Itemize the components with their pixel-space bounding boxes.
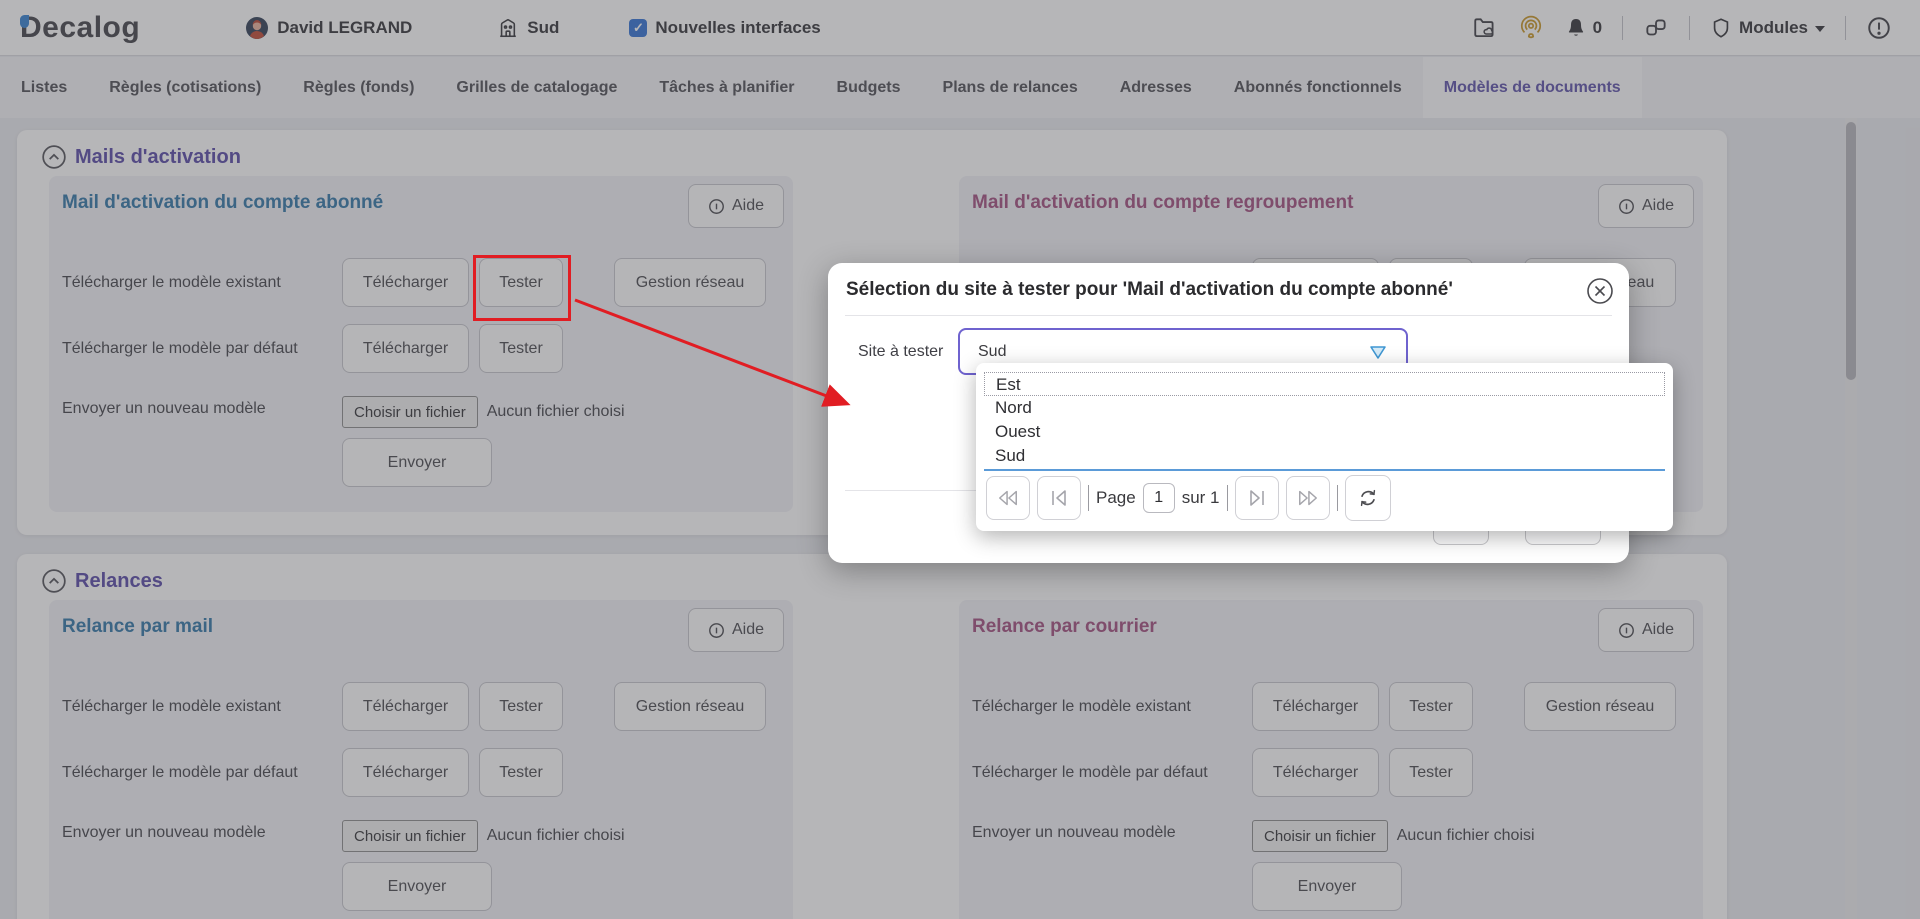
pagination-toolbar: Page sur 1 xyxy=(986,475,1391,521)
site-a-tester-label: Site à tester xyxy=(858,328,943,375)
option-ouest[interactable]: Ouest xyxy=(984,420,1665,444)
dropdown-arrow-icon[interactable] xyxy=(1368,344,1388,362)
page-label: Page xyxy=(1096,488,1136,508)
divider xyxy=(1337,485,1338,511)
divider xyxy=(845,315,1612,316)
page-of-label: sur 1 xyxy=(1182,488,1220,508)
fast-forward-button[interactable] xyxy=(1286,476,1330,520)
refresh-button[interactable] xyxy=(1345,475,1391,521)
site-dropdown-panel: Est Nord Ouest Sud Page sur 1 xyxy=(976,363,1673,531)
divider xyxy=(984,469,1665,471)
modal-title: Sélection du site à tester pour 'Mail d'… xyxy=(846,279,1576,301)
fast-backward-button[interactable] xyxy=(986,476,1030,520)
next-page-button[interactable] xyxy=(1235,476,1279,520)
option-sud[interactable]: Sud xyxy=(984,444,1665,468)
option-nord[interactable]: Nord xyxy=(984,396,1665,420)
divider xyxy=(1227,485,1228,511)
option-est[interactable]: Est xyxy=(984,372,1665,396)
app-window: DDecalogecalog David LEGRAND Sud ✓ Nouve… xyxy=(0,0,1920,919)
divider xyxy=(1088,485,1089,511)
close-icon[interactable] xyxy=(1585,276,1615,306)
page-number-input[interactable] xyxy=(1143,483,1175,513)
combobox-value: Sud xyxy=(978,343,1006,361)
first-page-button[interactable] xyxy=(1037,476,1081,520)
